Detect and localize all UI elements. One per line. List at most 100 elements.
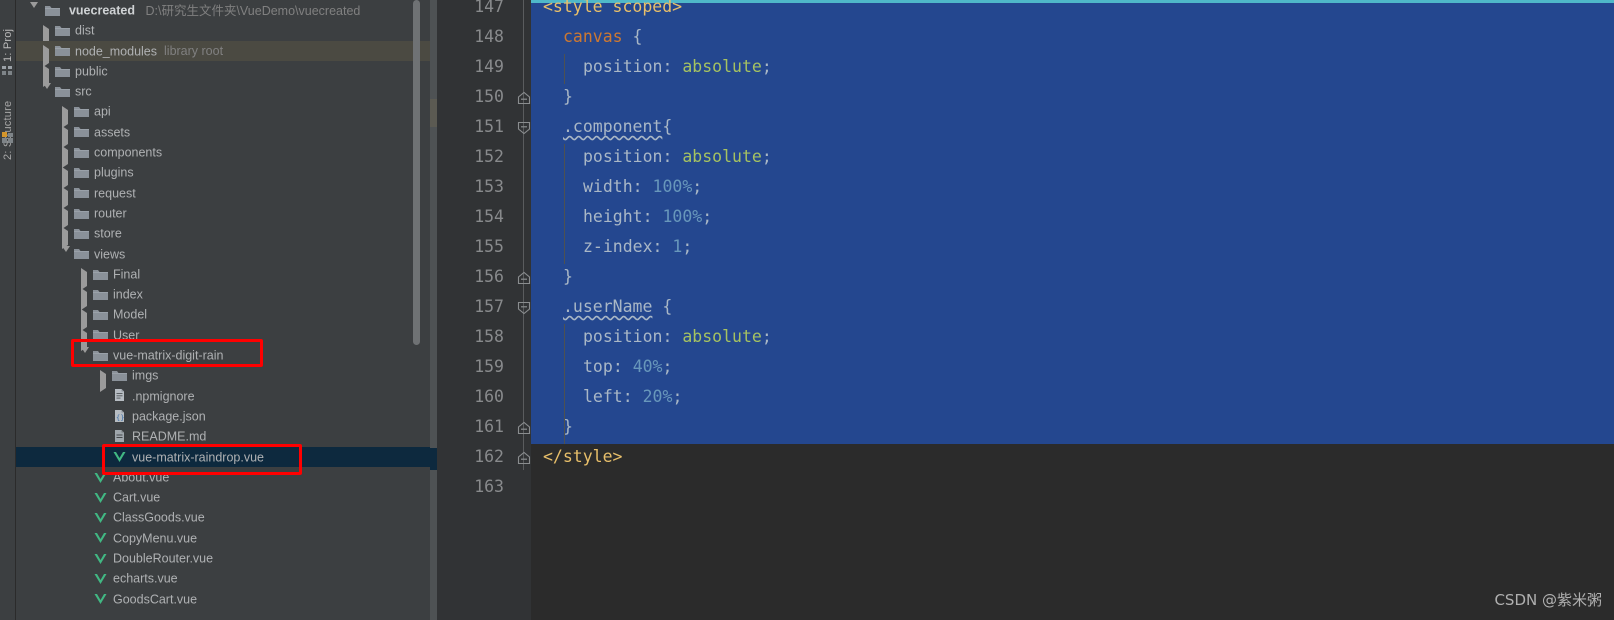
chevron-down-icon[interactable] xyxy=(62,245,71,266)
fold-end-icon[interactable] xyxy=(517,450,531,465)
chevron-right-icon[interactable] xyxy=(81,268,90,291)
tree-row[interactable]: vue-matrix-raindrop.vue xyxy=(16,446,430,467)
vue-file-icon xyxy=(112,449,127,463)
code-line[interactable]: z-index: 1; xyxy=(583,232,692,262)
code-line[interactable]: </style> xyxy=(543,442,622,472)
tree-row[interactable]: index xyxy=(16,284,430,311)
line-number: 150 xyxy=(474,87,504,106)
fold-collapse-icon[interactable] xyxy=(517,120,531,135)
tree-row[interactable]: .npmignore xyxy=(16,386,430,406)
tree-row[interactable]: assets xyxy=(16,122,430,148)
code-line[interactable]: position: absolute; xyxy=(583,142,772,172)
code-token: : xyxy=(662,57,683,76)
tree-row[interactable]: router xyxy=(16,203,430,230)
tree-row[interactable]: node_modules library root xyxy=(16,40,430,67)
chevron-right-icon[interactable] xyxy=(62,186,71,209)
tree-row[interactable]: components xyxy=(16,142,430,169)
editor-code-area[interactable]: <style scoped> canvas {position: absolute… xyxy=(531,0,1614,620)
code-line[interactable]: height: 100%; xyxy=(583,202,712,232)
tree-row[interactable]: README.md xyxy=(16,426,430,446)
tree-row[interactable]: GoodsCart.vue xyxy=(16,589,430,609)
chevron-right-icon[interactable] xyxy=(62,207,71,230)
tree-row[interactable]: About.vue xyxy=(16,467,430,487)
chevron-right-icon[interactable] xyxy=(43,44,52,67)
chevron-right-icon[interactable] xyxy=(62,146,71,169)
tree-row-sublabel: library root xyxy=(164,44,224,59)
chevron-down-icon[interactable] xyxy=(81,347,90,368)
code-line[interactable]: <style scoped> xyxy=(543,0,682,22)
chevron-down-icon[interactable] xyxy=(43,83,52,104)
tree-row[interactable]: Cart.vue xyxy=(16,487,430,507)
tool-window-tab-structure[interactable]: 2: Structure xyxy=(0,72,16,160)
tree-row[interactable]: CopyMenu.vue xyxy=(16,528,430,548)
folder-icon xyxy=(74,206,89,220)
tree-row[interactable]: ClassGoods.vue xyxy=(16,507,430,527)
tree-row-label: router xyxy=(94,206,127,221)
tree-row[interactable]: public xyxy=(16,61,430,88)
code-line[interactable]: canvas { xyxy=(563,22,642,52)
fold-end-icon[interactable] xyxy=(517,90,531,105)
tree-row[interactable]: imgs xyxy=(16,365,430,392)
chevron-right-icon[interactable] xyxy=(81,328,90,351)
tree-row[interactable]: User xyxy=(16,325,430,351)
code-token: top xyxy=(583,357,613,376)
folder-icon xyxy=(74,185,89,199)
tree-row[interactable]: request xyxy=(16,183,430,209)
tree-scrollbar[interactable] xyxy=(413,0,425,620)
chevron-right-icon[interactable] xyxy=(62,105,71,128)
favorites-icon xyxy=(2,131,14,143)
code-token: <style scoped> xyxy=(543,0,683,16)
chevron-right-icon[interactable] xyxy=(81,288,90,311)
tree-row[interactable]: DoubleRouter.vue xyxy=(16,548,430,568)
fold-collapse-icon[interactable] xyxy=(517,300,531,315)
indent-guide xyxy=(564,144,565,264)
code-token: { xyxy=(622,27,643,46)
svg-text:{}: {} xyxy=(116,414,124,422)
tree-row-label: About.vue xyxy=(113,470,170,485)
code-token: 100% xyxy=(662,207,703,226)
line-number: 149 xyxy=(474,57,504,76)
tree-row[interactable]: api xyxy=(16,101,430,128)
tree-row-root[interactable]: vuecreated D:\研究生文件夹\VueDemo\vuecreated xyxy=(16,0,430,23)
code-line[interactable]: .component{ xyxy=(563,112,672,142)
tree-row[interactable]: plugins xyxy=(16,162,430,189)
tree-row[interactable]: dist xyxy=(16,20,430,47)
tree-row[interactable]: src xyxy=(16,81,430,104)
code-line[interactable]: position: absolute; xyxy=(583,322,772,352)
tree-row[interactable]: vue-matrix-digit-rain xyxy=(16,345,430,368)
chevron-right-icon[interactable] xyxy=(100,369,109,392)
folder-icon xyxy=(74,145,89,159)
tree-row-label: echarts.vue xyxy=(113,571,178,586)
chevron-right-icon[interactable] xyxy=(43,65,52,88)
tree-row[interactable]: store xyxy=(16,223,430,250)
code-line[interactable]: } xyxy=(563,262,573,292)
code-line[interactable]: width: 100%; xyxy=(583,172,702,202)
tool-window-tab-project[interactable]: 1: Proj xyxy=(0,0,16,62)
code-line[interactable]: .userName { xyxy=(563,292,672,322)
code-line[interactable]: left: 20%; xyxy=(583,382,682,412)
chevron-right-icon[interactable] xyxy=(62,166,71,189)
vue-file-icon xyxy=(93,510,108,524)
tree-row-label: assets xyxy=(94,125,131,140)
code-editor[interactable]: 147 148 149 150 151 152 153 154 155 156 157 158 159 1… xyxy=(430,0,1614,620)
editor-fold-rail[interactable] xyxy=(516,0,531,620)
fold-end-icon[interactable] xyxy=(517,270,531,285)
code-line[interactable]: } xyxy=(563,82,573,112)
chevron-right-icon[interactable] xyxy=(62,227,71,250)
code-line[interactable]: top: 40%; xyxy=(583,352,672,382)
fold-end-icon[interactable] xyxy=(517,420,531,435)
project-tree-panel[interactable]: vuecreated D:\研究生文件夹\VueDemo\vuecreated … xyxy=(16,0,430,620)
chevron-right-icon[interactable] xyxy=(62,125,71,148)
tree-row-label: node_modules xyxy=(75,44,158,59)
chevron-down-icon[interactable] xyxy=(30,2,39,23)
tree-row-list[interactable]: dist node_modules library root public src api… xyxy=(16,20,430,609)
code-line[interactable]: position: absolute; xyxy=(583,52,772,82)
tree-row[interactable]: {} package.json xyxy=(16,406,430,426)
tree-row[interactable]: echarts.vue xyxy=(16,568,430,588)
chevron-right-icon[interactable] xyxy=(81,308,90,331)
tree-row[interactable]: Final xyxy=(16,264,430,291)
tree-row[interactable]: Model xyxy=(16,304,430,331)
chevron-right-icon[interactable] xyxy=(43,24,52,47)
tree-row[interactable]: views xyxy=(16,244,430,266)
tree-scrollbar-thumb[interactable] xyxy=(413,0,420,345)
